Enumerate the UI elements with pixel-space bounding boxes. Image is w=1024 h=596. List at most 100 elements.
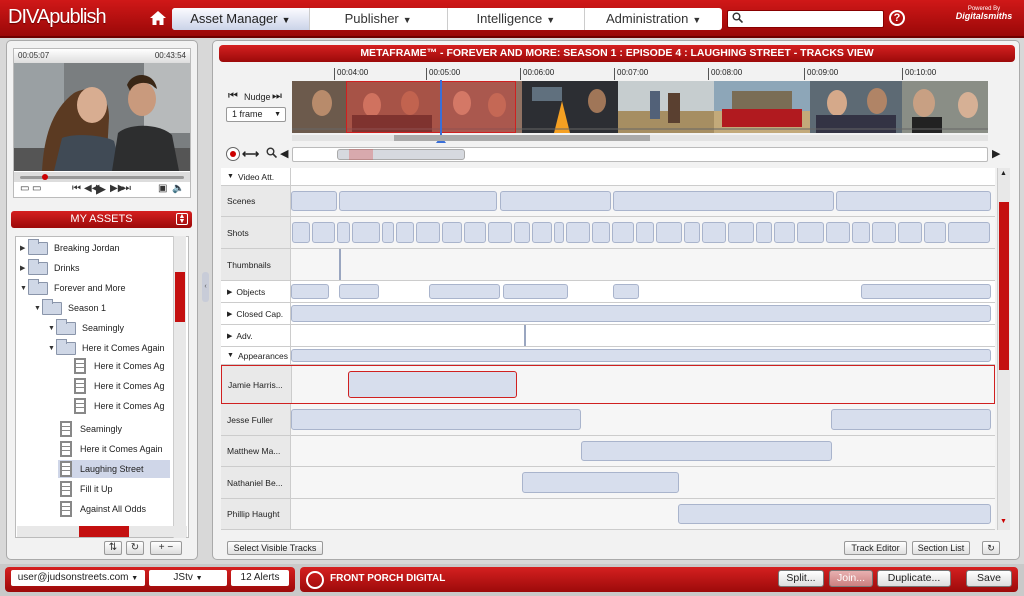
tree-item[interactable]: ▶ Breaking Jordan bbox=[20, 238, 120, 257]
track-label[interactable]: Nathaniel Be... bbox=[221, 467, 291, 498]
track-segment[interactable] bbox=[291, 305, 991, 322]
track-lane[interactable] bbox=[291, 168, 995, 185]
select-visible-tracks-button[interactable]: Select Visible Tracks bbox=[227, 541, 323, 555]
track-lane[interactable] bbox=[291, 325, 995, 346]
user-menu[interactable]: user@judsonstreets.com ▼ bbox=[11, 570, 145, 586]
expand-arrow-icon[interactable]: ▼ bbox=[48, 345, 56, 352]
tree-item[interactable]: Here it Comes Ag bbox=[74, 377, 165, 395]
collapse-panel-handle[interactable]: ‹ bbox=[202, 272, 209, 302]
track-segment[interactable] bbox=[532, 222, 552, 243]
track-row[interactable]: ▶ Objects bbox=[221, 281, 995, 303]
track-segment[interactable] bbox=[613, 284, 639, 299]
track-segment[interactable] bbox=[774, 222, 795, 243]
track-label[interactable]: Shots bbox=[221, 217, 291, 248]
track-lane[interactable] bbox=[291, 467, 995, 498]
nudge-back-icon[interactable]: ⏮ bbox=[228, 90, 238, 103]
track-segment[interactable] bbox=[852, 222, 870, 243]
closed-caption-icon[interactable]: ▣ bbox=[158, 183, 167, 194]
tree-horizontal-scrollbar[interactable] bbox=[17, 526, 187, 537]
sort-icon[interactable]: ▲ ▼ bbox=[176, 213, 188, 225]
track-lane[interactable] bbox=[291, 303, 995, 324]
track-segment[interactable] bbox=[836, 191, 991, 211]
track-segment[interactable] bbox=[728, 222, 754, 243]
track-segment[interactable] bbox=[352, 222, 380, 243]
scroll-down-icon[interactable]: ▼ bbox=[1000, 518, 1007, 525]
join-button[interactable]: Join... bbox=[829, 570, 873, 587]
track-lane[interactable] bbox=[291, 436, 995, 466]
track-segment[interactable] bbox=[797, 222, 824, 243]
track-segment[interactable] bbox=[656, 222, 682, 243]
volume-icon[interactable]: 🔈 bbox=[172, 183, 184, 194]
track-segment[interactable] bbox=[566, 222, 590, 243]
track-segment[interactable] bbox=[291, 409, 581, 430]
track-segment[interactable] bbox=[684, 222, 700, 243]
track-segment[interactable] bbox=[826, 222, 850, 243]
track-segment[interactable] bbox=[500, 191, 611, 211]
filmstrip-scrollbar[interactable] bbox=[292, 135, 988, 141]
tree-vertical-scrollbar[interactable] bbox=[173, 236, 186, 538]
tree-item[interactable]: ▼ Seamingly bbox=[48, 318, 124, 337]
track-segment[interactable] bbox=[382, 222, 394, 243]
track-row[interactable]: Jamie Harris... bbox=[221, 365, 995, 404]
skip-back-icon[interactable]: ⏮ bbox=[72, 183, 81, 194]
track-row[interactable]: Shots bbox=[221, 217, 995, 249]
track-lane[interactable] bbox=[291, 217, 995, 248]
track-segment[interactable] bbox=[581, 441, 832, 461]
track-lane[interactable] bbox=[291, 404, 995, 435]
fit-width-icon[interactable]: ⟷ bbox=[242, 147, 259, 161]
track-segment[interactable] bbox=[554, 222, 564, 243]
help-icon[interactable]: ? bbox=[889, 10, 905, 26]
track-segment[interactable] bbox=[702, 222, 726, 243]
save-button[interactable]: Save bbox=[966, 570, 1012, 587]
tree-item[interactable]: ▼ Season 1 bbox=[34, 298, 106, 317]
tree-item[interactable]: Here it Comes Ag bbox=[74, 357, 165, 375]
track-label[interactable]: Scenes bbox=[221, 186, 291, 216]
track-marker[interactable] bbox=[524, 325, 526, 346]
track-segment[interactable] bbox=[429, 284, 500, 299]
track-segment[interactable] bbox=[312, 222, 335, 243]
split-button[interactable]: Split... bbox=[778, 570, 824, 587]
zoom-range-slider[interactable] bbox=[292, 147, 988, 162]
track-label[interactable]: ▶ Adv. bbox=[221, 325, 291, 346]
track-segment[interactable] bbox=[612, 222, 634, 243]
track-row[interactable]: ▼ Video Att. bbox=[221, 168, 995, 186]
track-lane[interactable] bbox=[291, 499, 995, 529]
track-segment[interactable] bbox=[898, 222, 922, 243]
track-segment[interactable] bbox=[522, 472, 679, 493]
section-list-button[interactable]: Section List bbox=[912, 541, 970, 555]
tree-item[interactable]: ▼ Here it Comes Again bbox=[48, 338, 165, 357]
expand-arrow-icon[interactable]: ▼ bbox=[48, 325, 56, 332]
zoom-icon[interactable] bbox=[266, 147, 278, 161]
track-label[interactable]: ▶ Objects bbox=[221, 281, 291, 302]
tree-item[interactable]: Laughing Street bbox=[58, 460, 170, 478]
track-label[interactable]: ▼ Video Att. bbox=[221, 168, 291, 185]
frame-step-select[interactable]: 1 frame ▼ bbox=[226, 107, 286, 122]
home-icon[interactable] bbox=[148, 9, 168, 29]
thumbnails-icon[interactable]: ▭ bbox=[20, 183, 29, 194]
collapse-arrow-icon[interactable]: ▶ bbox=[227, 310, 232, 318]
tree-item[interactable]: Fill it Up bbox=[60, 480, 113, 498]
track-segment[interactable] bbox=[291, 284, 329, 299]
skip-forward-icon[interactable]: ⏭ bbox=[122, 183, 131, 194]
track-segment[interactable] bbox=[948, 222, 990, 243]
track-segment[interactable] bbox=[924, 222, 946, 243]
track-row[interactable]: ▶ Closed Cap. bbox=[221, 303, 995, 325]
track-row[interactable]: ▶ Adv. bbox=[221, 325, 995, 347]
sort-order-button[interactable]: ⇅ bbox=[104, 541, 122, 555]
track-segment[interactable] bbox=[592, 222, 610, 243]
track-segment[interactable] bbox=[337, 222, 350, 243]
playhead[interactable] bbox=[440, 80, 442, 142]
track-row[interactable]: ▼ Appearances bbox=[221, 347, 995, 365]
tab-asset-manager[interactable]: Asset Manager ▼ bbox=[172, 8, 310, 30]
scroll-up-icon[interactable]: ▲ bbox=[1000, 170, 1007, 177]
track-lane[interactable] bbox=[291, 186, 995, 216]
track-segment[interactable] bbox=[831, 409, 991, 430]
collapse-arrow-icon[interactable]: ▶ bbox=[20, 244, 28, 252]
expand-arrow-icon[interactable]: ▼ bbox=[227, 173, 234, 180]
expand-arrow-icon[interactable]: ▼ bbox=[20, 285, 28, 292]
track-segment[interactable] bbox=[339, 191, 497, 211]
track-lane[interactable] bbox=[291, 281, 995, 302]
tree-item[interactable]: ▶ Drinks bbox=[20, 258, 80, 277]
track-segment[interactable] bbox=[872, 222, 896, 243]
tree-item[interactable]: Here it Comes Ag bbox=[74, 397, 165, 415]
